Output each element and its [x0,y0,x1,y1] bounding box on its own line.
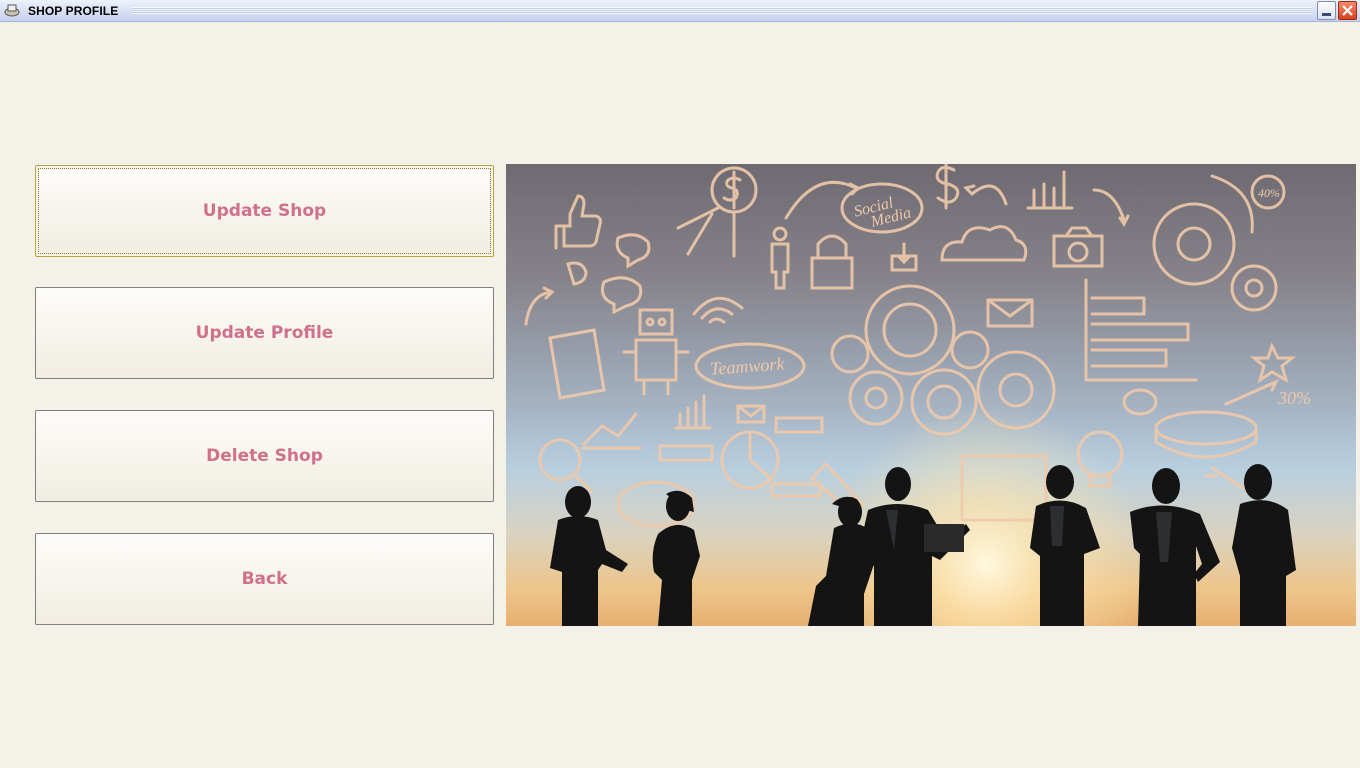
update-shop-button[interactable]: Update Shop [35,165,494,257]
title-bar: SHOP PROFILE [0,0,1360,22]
update-shop-label: Update Shop [202,201,327,221]
app-icon [4,4,20,17]
delete-shop-label: Delete Shop [206,446,323,466]
window-title: SHOP PROFILE [28,4,119,18]
teamwork-banner-image: Social Media Teamwork 40% 30% [506,164,1356,626]
banner-illustration: Social Media Teamwork 40% 30% [506,164,1356,626]
update-profile-button[interactable]: Update Profile [35,287,494,379]
svg-text:30%: 30% [1277,388,1311,408]
delete-shop-button[interactable]: Delete Shop [35,410,494,502]
minimize-icon[interactable] [1317,1,1336,20]
back-button[interactable]: Back [35,533,494,625]
svg-text:40%: 40% [1258,186,1280,200]
close-icon[interactable] [1338,1,1357,20]
update-profile-label: Update Profile [195,323,334,343]
back-label: Back [241,569,288,589]
title-bar-texture [132,7,1312,14]
